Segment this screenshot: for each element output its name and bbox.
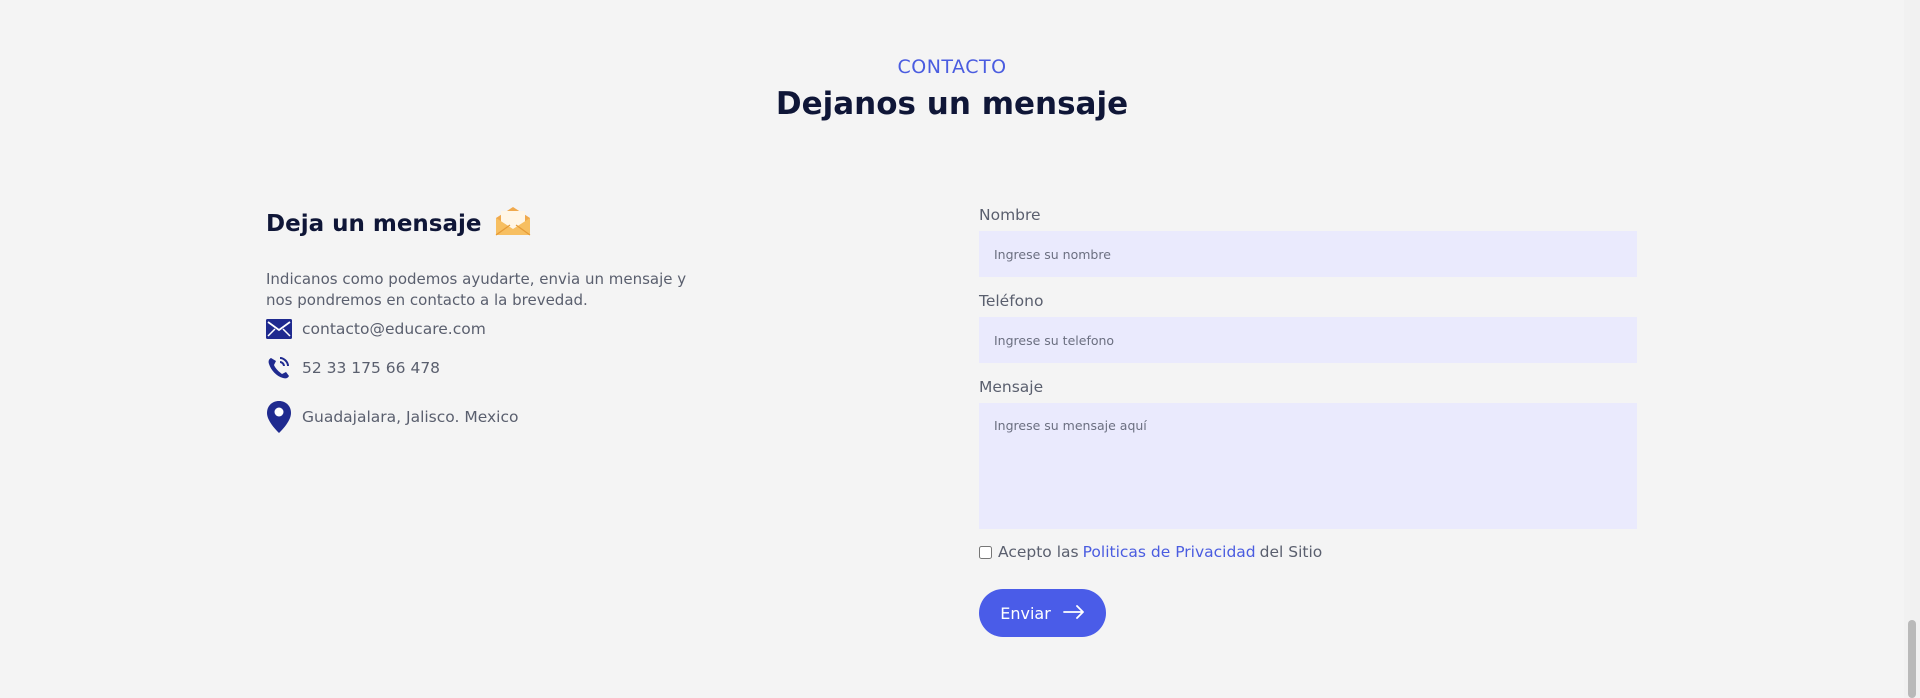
privacy-consent: Acepto las Politicas de Privacidad del S… — [979, 543, 1637, 561]
consent-prefix: Acepto las — [998, 543, 1079, 561]
arrow-right-icon — [1062, 604, 1085, 623]
envelope-open-icon — [494, 205, 532, 243]
phone-input[interactable] — [979, 317, 1637, 363]
email-row: contacto@educare.com — [266, 314, 486, 344]
message-textarea[interactable] — [979, 403, 1637, 529]
map-pin-icon — [266, 401, 292, 433]
submit-label: Enviar — [1000, 603, 1051, 623]
name-label: Nombre — [979, 206, 1041, 224]
section-title: Dejanos un mensaje — [775, 86, 1129, 122]
name-input[interactable] — [979, 231, 1637, 277]
message-label: Mensaje — [979, 378, 1044, 396]
location-row: Guadajalara, Jalisco. Mexico — [266, 401, 519, 433]
email-text[interactable]: contacto@educare.com — [302, 320, 486, 338]
mail-icon — [266, 314, 292, 344]
phone-icon — [266, 353, 292, 383]
contact-section: CONTACTO Dejanos un mensaje Deja un mens… — [0, 0, 1920, 698]
info-title: Deja un mensaje — [266, 211, 482, 237]
section-eyebrow: CONTACTO — [897, 56, 1007, 78]
phone-row: 52 33 175 66 478 — [266, 353, 440, 383]
phone-label: Teléfono — [979, 292, 1044, 310]
submit-button[interactable]: Enviar — [979, 589, 1106, 637]
privacy-policy-link[interactable]: Politicas de Privacidad — [1083, 543, 1256, 561]
privacy-checkbox[interactable] — [979, 545, 992, 559]
location-text: Guadajalara, Jalisco. Mexico — [302, 408, 519, 426]
consent-suffix: del Sitio — [1259, 543, 1323, 561]
contact-form: Nombre Teléfono Mensaje Acepto las Polit… — [979, 205, 1637, 637]
info-description: Indicanos como podemos ayudarte, envia u… — [266, 270, 687, 309]
page-scrollbar[interactable] — [1904, 0, 1920, 698]
scrollbar-thumb[interactable] — [1908, 620, 1916, 698]
info-title-row: Deja un mensaje — [266, 205, 726, 243]
phone-text[interactable]: 52 33 175 66 478 — [302, 359, 440, 377]
contact-info: Deja un mensaje Indicanos como podemos a… — [266, 205, 726, 433]
